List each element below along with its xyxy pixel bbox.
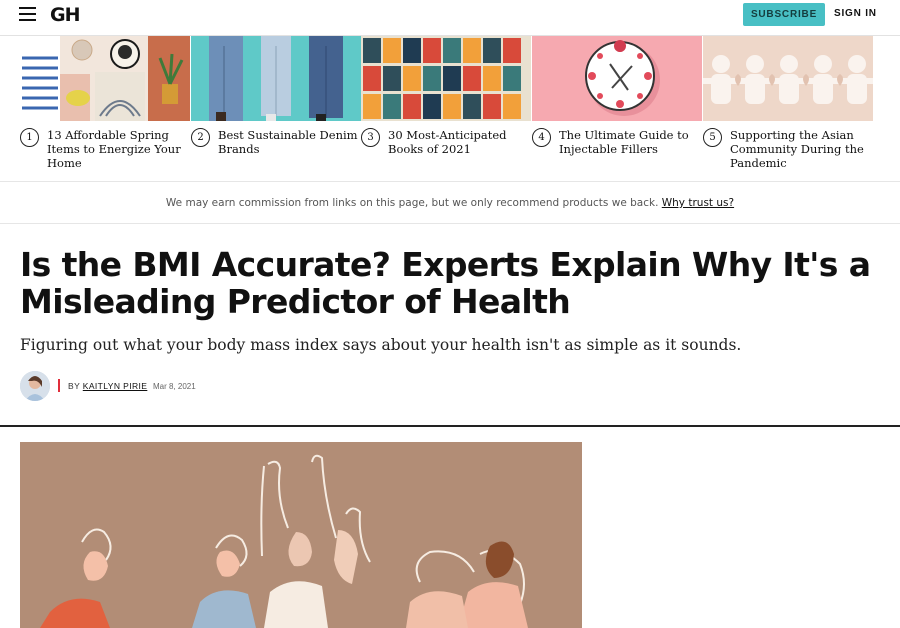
trending-number: 1 — [20, 128, 39, 147]
trending-item-3[interactable]: 3 30 Most-Anticipated Books of 2021 — [361, 36, 531, 181]
trending-strip: 1 13 Affordable Spring Items to Energize… — [20, 36, 873, 181]
site-header: GH SUBSCRIBE SIGN IN — [0, 0, 900, 36]
trending-title[interactable]: The Ultimate Guide to Injectable Fillers — [559, 128, 702, 156]
article-title: Is the BMI Accurate? Experts Explain Why… — [20, 245, 871, 321]
trending-item-2[interactable]: 2 Best Sustainable Denim Brands — [191, 36, 361, 181]
divider — [0, 223, 900, 224]
trending-number: 4 — [532, 128, 551, 147]
trending-thumbnail-spring-items[interactable] — [20, 36, 190, 121]
trending-thumbnail-community[interactable] — [703, 36, 873, 121]
trending-title[interactable]: 13 Affordable Spring Items to Energize Y… — [47, 128, 190, 170]
subscribe-button[interactable]: SUBSCRIBE — [743, 3, 825, 26]
divider — [0, 181, 900, 182]
why-trust-us-link[interactable]: Why trust us? — [662, 197, 734, 209]
byline: BY KAITLYN PIRIE — [68, 381, 147, 391]
byline-accent-bar — [58, 379, 60, 392]
affiliate-disclaimer: We may earn commission from links on thi… — [0, 197, 900, 209]
trending-title[interactable]: Supporting the Asian Community During th… — [730, 128, 873, 170]
trending-title[interactable]: Best Sustainable Denim Brands — [218, 128, 361, 156]
publish-date: Mar 8, 2021 — [153, 382, 196, 391]
trending-item-1[interactable]: 1 13 Affordable Spring Items to Energize… — [20, 36, 190, 181]
trending-thumbnail-books[interactable] — [361, 36, 531, 121]
disclaimer-text: We may earn commission from links on thi… — [165, 197, 659, 209]
trending-number: 3 — [361, 128, 380, 147]
hamburger-menu-icon[interactable] — [19, 6, 37, 24]
site-logo[interactable]: GH — [50, 4, 80, 26]
trending-number: 2 — [191, 128, 210, 147]
trending-thumbnail-denim[interactable] — [191, 36, 361, 121]
trending-number: 5 — [703, 128, 722, 147]
hero-illustration — [20, 442, 582, 628]
section-rule — [0, 425, 900, 427]
trending-item-5[interactable]: 5 Supporting the Asian Community During … — [703, 36, 873, 181]
trending-title[interactable]: 30 Most-Anticipated Books of 2021 — [388, 128, 531, 156]
sign-in-link[interactable]: SIGN IN — [834, 8, 877, 19]
article-dek: Figuring out what your body mass index s… — [20, 336, 742, 354]
trending-item-4[interactable]: 4 The Ultimate Guide to Injectable Fille… — [532, 36, 702, 181]
byline-prefix: BY — [68, 381, 80, 391]
author-avatar[interactable] — [20, 371, 50, 401]
author-link[interactable]: KAITLYN PIRIE — [83, 381, 148, 391]
trending-thumbnail-fillers[interactable] — [532, 36, 702, 121]
